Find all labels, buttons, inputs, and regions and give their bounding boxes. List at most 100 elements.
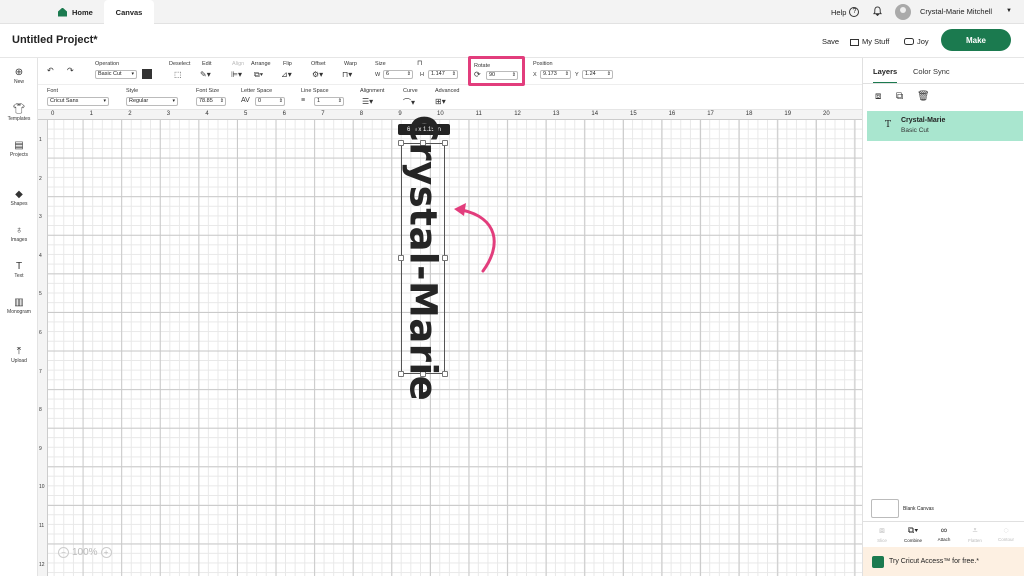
folder-icon (850, 38, 859, 46)
rotate-highlight (468, 56, 525, 86)
help-button[interactable]: Help? (831, 7, 860, 17)
flip-icon[interactable]: ⊿▾ (281, 70, 292, 79)
x-input[interactable]: 9.173 (540, 70, 571, 79)
edit-label: Edit (202, 61, 212, 67)
tab-layers[interactable]: Layers (873, 67, 898, 84)
curve-label: Curve (403, 88, 418, 94)
y-input[interactable]: 1.24 (582, 70, 613, 79)
align-label: Align (232, 61, 245, 67)
upload-icon: ⤒ (16, 346, 22, 357)
zoom-control: − 100% + (58, 547, 112, 558)
sidebar-item-new[interactable]: ⊕ New (0, 67, 38, 85)
sidebar-item-images[interactable]: ♁ Images (0, 225, 38, 243)
promo-banner[interactable]: Try Cricut Access™ for free.* (863, 547, 1024, 576)
chevron-down-icon[interactable]: ▼ (1006, 8, 1012, 14)
combine-icon: ⧉▾ (907, 525, 919, 535)
combine-button[interactable]: ⧉▾ Combine (900, 525, 926, 543)
line-space-label: Line Space (301, 88, 329, 94)
font-select[interactable]: Cricut Sans (47, 97, 109, 106)
tab-home[interactable]: Home (58, 0, 93, 24)
style-select[interactable]: Regular (126, 97, 178, 106)
operation-label: Operation (95, 61, 120, 67)
line-space-input[interactable]: 1 (314, 97, 344, 106)
tab-color-sync[interactable]: Color Sync (913, 67, 950, 76)
flatten-button[interactable]: ⩡ Flatten (962, 525, 988, 543)
ruler-tick-label: 9 (39, 445, 42, 452)
sidebar-item-projects[interactable]: ▤ Projects (0, 140, 38, 158)
user-name[interactable]: Crystal-Marie Mitchell (920, 7, 992, 16)
canvas-text[interactable]: Crystal-Marie (402, 115, 445, 402)
layer-operation: Basic Cut (901, 127, 929, 134)
ruler-tick-label: 16 (668, 111, 676, 117)
contour-button[interactable]: ◌ Contour (993, 525, 1019, 542)
flip-label: Flip (283, 61, 292, 67)
canvas-grid[interactable] (48, 120, 862, 576)
sidebar-item-upload[interactable]: ⤒ Upload (0, 346, 38, 364)
divider (863, 521, 1024, 522)
annotation-arrow-icon (454, 203, 496, 273)
project-title[interactable]: Untitled Project* (12, 34, 98, 46)
undo-icon[interactable]: ↶ (47, 66, 54, 75)
color-swatch[interactable] (142, 69, 152, 79)
slice-icon: ⧈ (879, 525, 885, 535)
zoom-in-button[interactable]: + (100, 547, 112, 558)
ruler-tick-label: 6 (39, 330, 42, 336)
sidebar-item-monogram[interactable]: ▥ Monogram (0, 297, 38, 315)
align-icon[interactable]: ⊫▾ (231, 70, 242, 79)
sidebar-item-shapes[interactable]: ◆ Shapes (0, 189, 38, 207)
zoom-out-button[interactable]: − (58, 547, 69, 558)
font-size-label: Font Size (196, 88, 220, 94)
arrange-icon[interactable]: ⧉▾ (254, 70, 263, 80)
curve-icon[interactable]: ⌒▾ (403, 97, 415, 108)
ruler-tick-label: 7 (39, 368, 42, 375)
zoom-level: 100% (72, 547, 98, 558)
flatten-icon: ⩡ (972, 525, 978, 535)
my-stuff-button[interactable]: My Stuff (850, 37, 889, 46)
left-sidebar: ⊕ New 👕︎ Templates ▤ Projects ◆ Shapes ♁ Imag… (0, 58, 38, 576)
tab-canvas[interactable]: Canvas (104, 0, 154, 24)
shirt-icon: 👕︎ (12, 104, 26, 115)
operation-select[interactable]: Basic Cut (95, 70, 137, 79)
slice-button[interactable]: ⧈ Slice (869, 525, 895, 543)
offset-icon[interactable]: ⚙▾ (312, 70, 323, 79)
ruler-tick-label: 1 (89, 111, 93, 117)
deselect-icon[interactable]: ⬚ (174, 70, 182, 79)
edit-icon[interactable]: ✎▾ (200, 70, 211, 79)
line-space-icon: ≡ (301, 97, 306, 104)
ruler-tick-label: 14 (591, 111, 599, 117)
blank-canvas-swatch[interactable] (871, 499, 899, 518)
lock-icon[interactable]: ⊓ (417, 59, 422, 67)
save-button[interactable]: Save (822, 37, 839, 46)
attach-button[interactable]: ∞ Attach (931, 525, 957, 542)
duplicate-icon[interactable]: ⧉ (896, 91, 903, 102)
ruler-tick-label: 2 (128, 111, 132, 117)
ruler-tick-label: 10 (39, 484, 45, 491)
sidebar-item-text[interactable]: T Text (0, 261, 38, 279)
advanced-icon[interactable]: ⊞▾ (435, 97, 446, 106)
make-button[interactable]: Make (941, 29, 1011, 51)
layer-item[interactable]: T Crystal-Marie Basic Cut (867, 111, 1023, 141)
ruler-top (38, 110, 862, 120)
avatar[interactable] (895, 4, 911, 20)
group-icon[interactable]: ⧈ (875, 91, 881, 102)
plus-icon: ⊕ (14, 67, 24, 78)
height-input[interactable]: 1.147 (428, 70, 458, 79)
text-toolbar: Font Cricut Sans Style Regular Font Size… (38, 85, 862, 110)
edit-toolbar: ↶ ↷ Operation Basic Cut Deselect ⬚ Edit … (38, 58, 862, 85)
redo-icon[interactable]: ↷ (67, 66, 74, 75)
bell-icon[interactable] (873, 6, 882, 16)
help-icon: ? (849, 7, 860, 17)
font-size-input[interactable]: 78.85 (196, 97, 226, 106)
size-label: Size (375, 61, 386, 67)
joy-button[interactable]: Joy (904, 37, 929, 46)
letter-space-input[interactable]: 0 (255, 97, 285, 106)
trash-icon[interactable]: 🗑︎ (917, 91, 930, 102)
alignment-icon[interactable]: ☰▾ (362, 97, 373, 106)
blank-canvas-label: Blank Canvas (903, 506, 934, 512)
layer-name: Crystal-Marie (901, 117, 946, 124)
sidebar-item-templates[interactable]: 👕︎ Templates (0, 104, 38, 122)
width-input[interactable]: 6 (383, 70, 413, 79)
warp-icon[interactable]: ⊓▾ (342, 70, 352, 79)
position-label: Position (533, 61, 553, 67)
ruler-tick-label: 3 (39, 214, 42, 221)
